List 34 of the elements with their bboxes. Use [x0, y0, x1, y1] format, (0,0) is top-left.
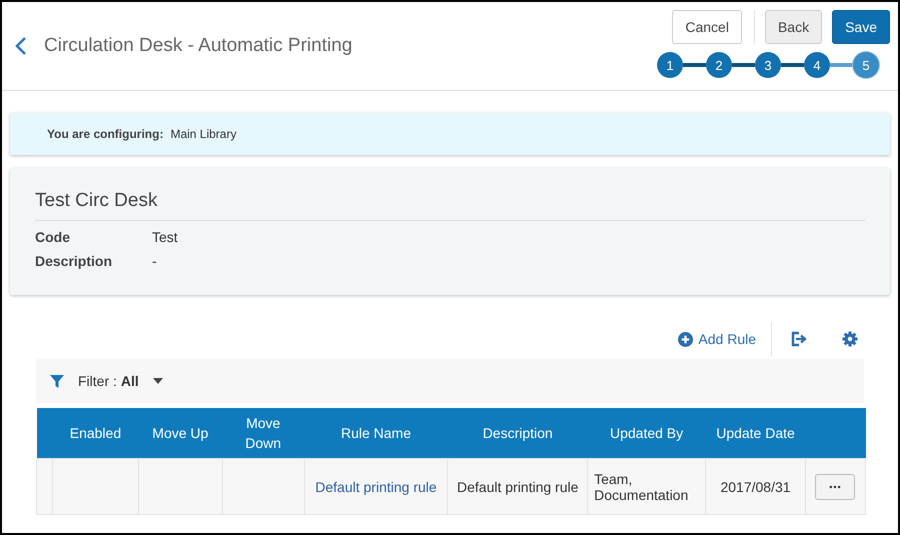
save-button[interactable]: Save — [832, 10, 890, 44]
table-cell: Team, Documentation — [588, 458, 706, 514]
field-label: Description — [35, 253, 114, 269]
column-header: Rule Name — [304, 408, 448, 458]
more-actions-button[interactable]: ••• — [815, 474, 856, 500]
filter-icon — [50, 374, 64, 388]
card-title: Test Circ Desk — [35, 190, 865, 221]
back-button[interactable]: Back — [764, 10, 822, 44]
table-cell: 2017/08/31 — [706, 458, 806, 514]
step-circle[interactable]: 4 — [804, 52, 830, 78]
step-circle[interactable]: 5 — [853, 52, 879, 78]
caret-icon — [152, 378, 163, 384]
context-value: Main Library — [170, 127, 236, 141]
context-label: You are configuring: — [47, 127, 164, 141]
column-header: Enabled — [52, 408, 138, 458]
plus-circle-icon — [678, 332, 694, 346]
step-circle[interactable]: 3 — [755, 52, 781, 78]
column-header: Move Up — [138, 408, 222, 458]
table-cell: Default printing rule — [448, 458, 588, 514]
rule-link[interactable]: Default printing rule — [315, 478, 437, 494]
step-circle[interactable]: 1 — [657, 52, 683, 78]
add-rule-button[interactable]: Add Rule — [678, 331, 756, 347]
filter-dropdown[interactable]: Filter : All — [50, 373, 163, 389]
step-circle[interactable]: 2 — [706, 52, 732, 78]
column-header: Move Down — [222, 408, 304, 458]
cancel-button[interactable]: Cancel — [672, 10, 742, 44]
page-title: Circulation Desk - Automatic Printing — [44, 35, 352, 57]
field-value: Test — [152, 229, 178, 245]
back-icon[interactable] — [14, 36, 28, 56]
column-header: Updated By — [588, 408, 706, 458]
column-header: Update Date — [706, 408, 806, 458]
field-value: - — [152, 253, 157, 269]
column-header: Description — [448, 408, 588, 458]
field-label: Code — [35, 229, 71, 245]
